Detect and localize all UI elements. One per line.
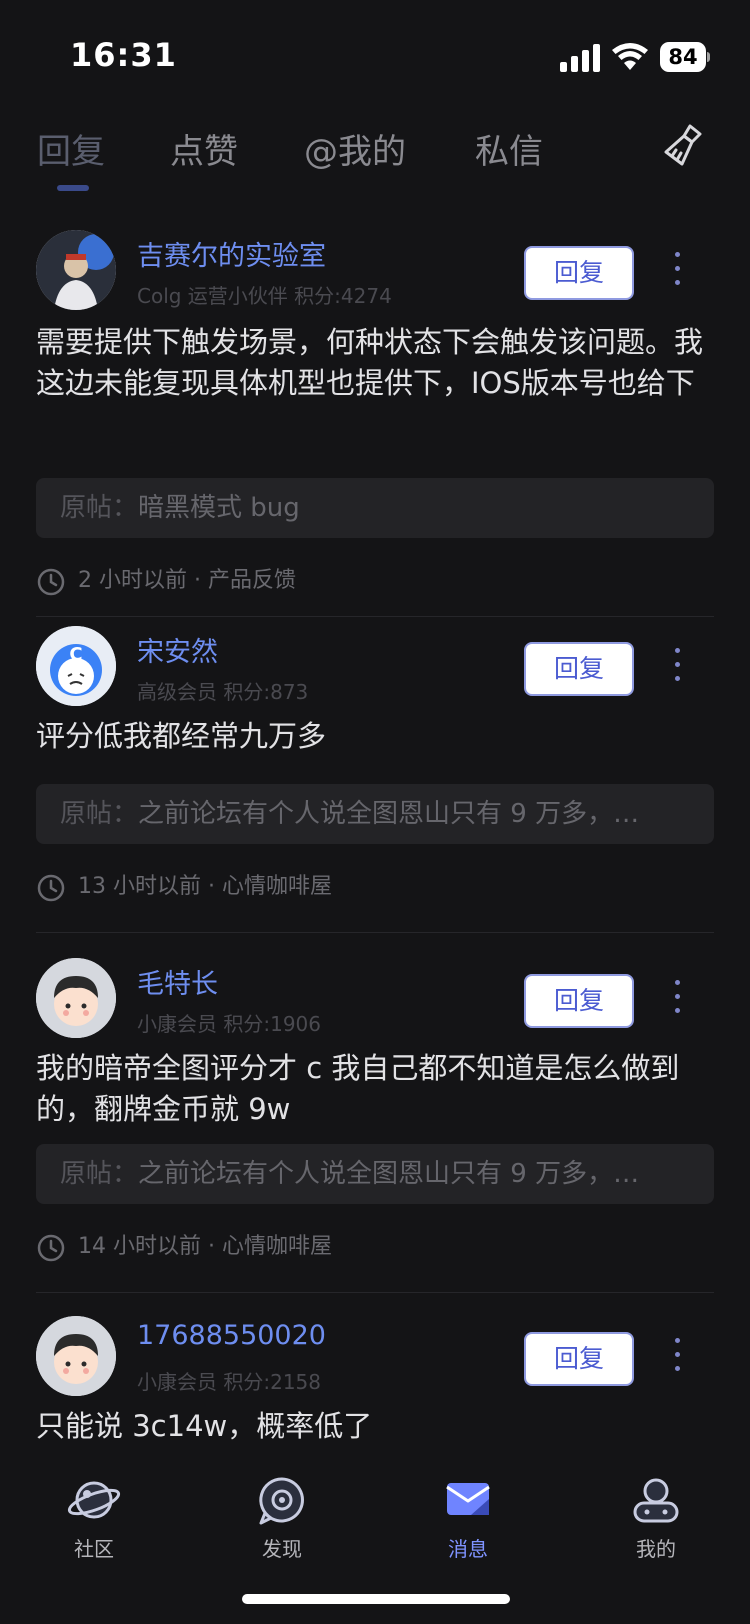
user-rank-points: Colg 运营小伙伴 积分:4274 <box>137 284 392 308</box>
divider <box>36 1292 714 1293</box>
avatar[interactable] <box>36 230 116 310</box>
user-rank-points: 小康会员 积分:1906 <box>137 1012 321 1036</box>
reply-content[interactable]: 只能说 3c14w，概率低了 <box>36 1406 714 1447</box>
more-options-icon[interactable] <box>672 1338 682 1378</box>
battery-icon: 84 <box>660 42 710 72</box>
original-post-label: 原帖： <box>60 799 139 829</box>
profile-icon <box>633 1478 679 1523</box>
more-options-icon[interactable] <box>672 648 682 688</box>
reply-button[interactable]: 回复 <box>524 246 634 300</box>
nav-label: 社区 <box>74 1537 114 1561</box>
original-post-title: 之前论坛有个人说全图恩山只有 9 万多，… <box>138 799 640 829</box>
user-rank-points: 高级会员 积分:873 <box>137 680 309 704</box>
avatar[interactable]: C <box>36 626 116 706</box>
original-post-link[interactable]: 原帖：暗黑模式 bug <box>36 478 714 538</box>
nav-messages[interactable]: 消息 <box>408 1473 528 1562</box>
home-indicator <box>242 1594 510 1604</box>
username[interactable]: 宋安然 <box>137 630 218 669</box>
nav-discover[interactable]: 发现 <box>222 1473 342 1562</box>
nav-profile[interactable]: 我的 <box>596 1473 716 1562</box>
broom-icon[interactable] <box>660 122 708 170</box>
avatar[interactable] <box>36 1316 116 1396</box>
message-tabs: 回复 点赞 @我的 私信 <box>0 110 750 200</box>
status-bar: 16:31 84 <box>0 0 750 110</box>
username[interactable]: 毛特长 <box>137 962 218 1001</box>
username[interactable]: 17688550020 <box>137 1320 326 1351</box>
time-and-board: 14 小时以前 · 心情咖啡屋 <box>78 1234 332 1259</box>
svg-text:C: C <box>69 644 82 665</box>
nav-label: 发现 <box>262 1537 302 1561</box>
original-post-title: 之前论坛有个人说全图恩山只有 9 万多，… <box>138 1159 640 1189</box>
divider <box>36 932 714 933</box>
message-icon <box>446 1483 490 1515</box>
reply-button[interactable]: 回复 <box>524 974 634 1028</box>
reply-content[interactable]: 我的暗帝全图评分才 c 我自己都不知道是怎么做到的，翻牌金币就 9w <box>36 1048 714 1130</box>
reply-button[interactable]: 回复 <box>524 1332 634 1386</box>
wifi-icon <box>612 43 648 70</box>
nav-label: 我的 <box>636 1537 676 1561</box>
nav-label: 消息 <box>448 1537 488 1561</box>
user-rank-points: 小康会员 积分:2158 <box>137 1370 321 1394</box>
time-and-board: 13 小时以前 · 心情咖啡屋 <box>78 874 332 899</box>
original-post-label: 原帖： <box>60 1159 139 1189</box>
tab-mentions[interactable]: @我的 <box>304 124 406 173</box>
battery-level: 84 <box>668 45 698 69</box>
status-time: 16:31 <box>70 36 177 74</box>
clock-icon <box>37 568 65 596</box>
tab-active-indicator <box>57 185 89 191</box>
original-post-link[interactable]: 原帖：之前论坛有个人说全图恩山只有 9 万多，… <box>36 784 714 844</box>
original-post-label: 原帖： <box>60 493 139 523</box>
discover-icon <box>259 1477 304 1525</box>
avatar[interactable] <box>36 958 116 1038</box>
username[interactable]: 吉赛尔的实验室 <box>137 234 326 273</box>
clock-icon <box>37 874 65 902</box>
reply-feed: 吉赛尔的实验室 Colg 运营小伙伴 积分:4274 回复 需要提供下触发场景，… <box>0 210 750 1455</box>
more-options-icon[interactable] <box>672 980 682 1020</box>
reply-content[interactable]: 需要提供下触发场景，何种状态下会触发该问题。我这边未能复现具体机型也提供下，IO… <box>36 322 714 404</box>
original-post-title: 暗黑模式 bug <box>138 493 300 523</box>
reply-button[interactable]: 回复 <box>524 642 634 696</box>
original-post-link[interactable]: 原帖：之前论坛有个人说全图恩山只有 9 万多，… <box>36 1144 714 1204</box>
tab-likes[interactable]: 点赞 <box>170 124 238 173</box>
tab-private-messages[interactable]: 私信 <box>475 124 543 173</box>
time-and-board: 2 小时以前 · 产品反馈 <box>78 568 296 593</box>
more-options-icon[interactable] <box>672 252 682 292</box>
tab-replies[interactable]: 回复 <box>37 124 105 173</box>
nav-community[interactable]: 社区 <box>34 1473 154 1562</box>
reply-content[interactable]: 评分低我都经常九万多 <box>36 716 714 757</box>
clock-icon <box>37 1234 65 1262</box>
planet-icon <box>67 1481 121 1519</box>
divider <box>36 616 714 617</box>
signal-icon <box>560 44 600 72</box>
